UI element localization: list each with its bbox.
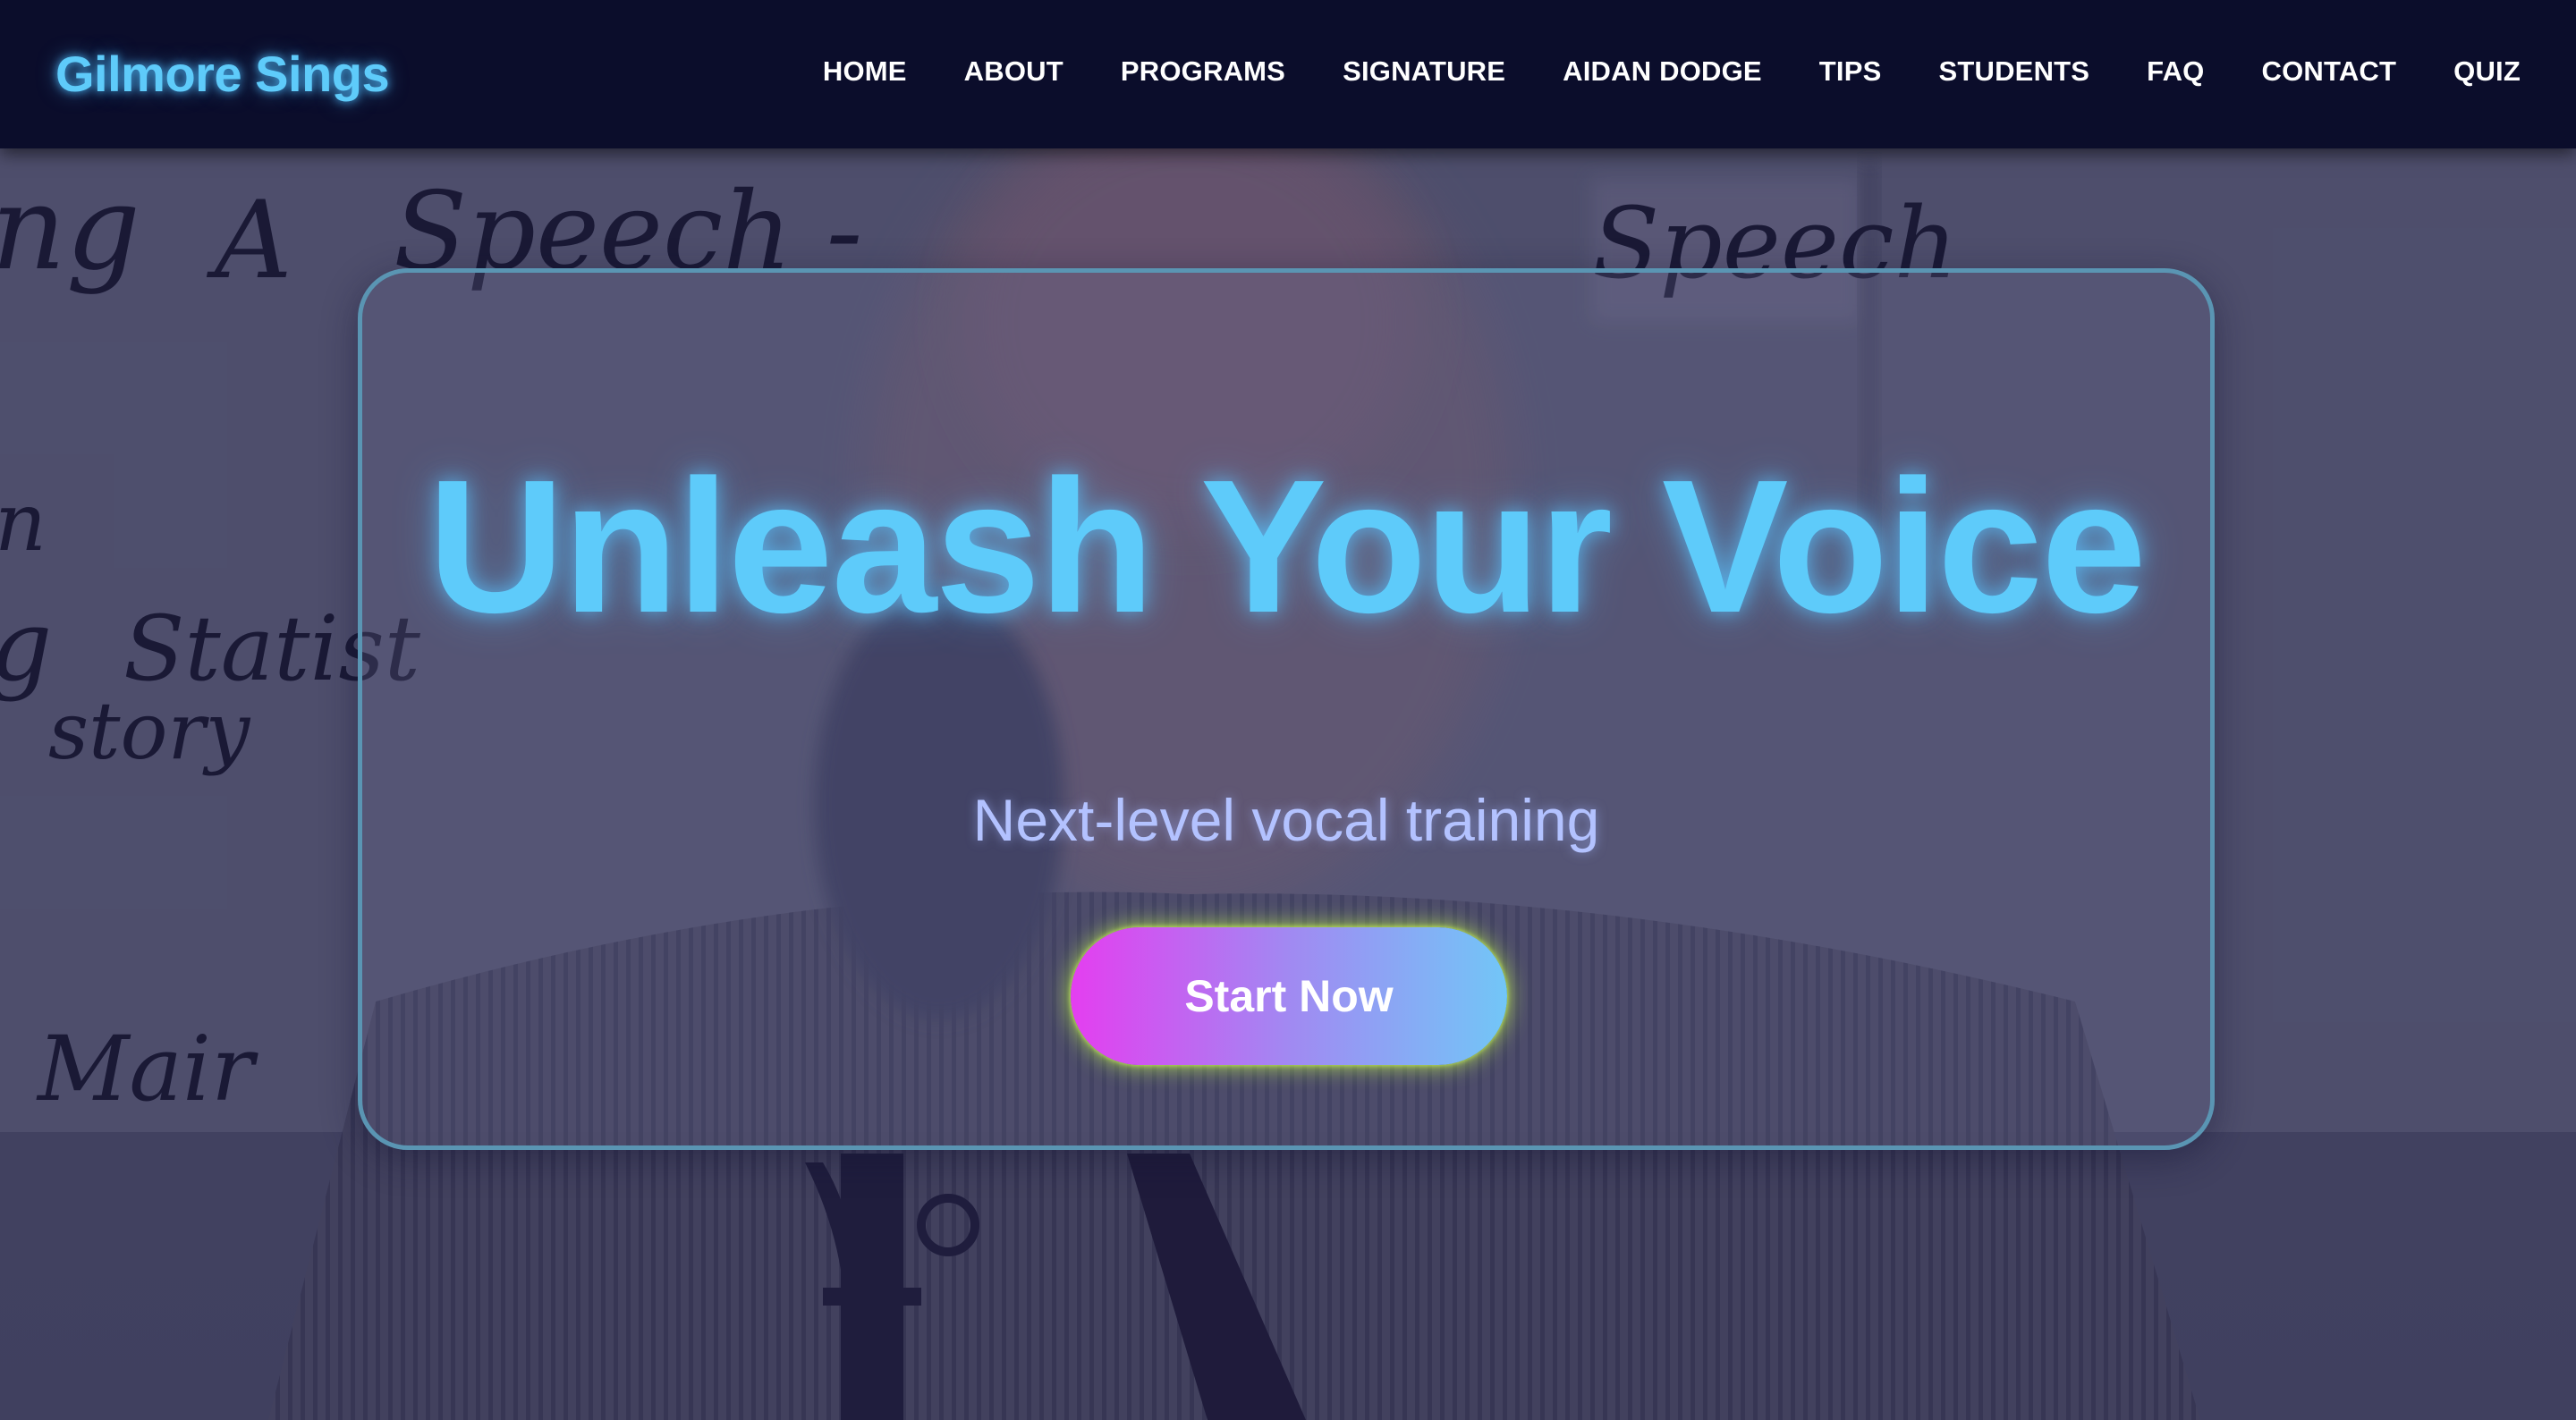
- nav-link-students[interactable]: STUDENTS: [1939, 55, 2090, 88]
- brand-logo[interactable]: Gilmore Sings: [55, 45, 390, 103]
- start-now-button[interactable]: Start Now: [1071, 927, 1507, 1065]
- nav-link-signature[interactable]: SIGNATURE: [1343, 55, 1505, 88]
- hero-card: Unleash Your Voice Next-level vocal trai…: [358, 268, 2215, 1150]
- hero-title: Unleash Your Voice: [428, 440, 2147, 652]
- nav-link-quiz[interactable]: QUIZ: [2453, 55, 2521, 88]
- nav-link-faq[interactable]: FAQ: [2147, 55, 2204, 88]
- nav-link-tips[interactable]: TIPS: [1819, 55, 1882, 88]
- nav-link-about[interactable]: ABOUT: [964, 55, 1063, 88]
- nav-link-contact[interactable]: CONTACT: [2262, 55, 2397, 88]
- hero-subtitle: Next-level vocal training: [972, 787, 1600, 853]
- nav-link-programs[interactable]: PROGRAMS: [1121, 55, 1285, 88]
- nav-link-home[interactable]: HOME: [823, 55, 907, 88]
- nav-link-aidan-dodge[interactable]: AIDAN DODGE: [1563, 55, 1762, 88]
- navbar: Gilmore Sings HOME ABOUT PROGRAMS SIGNAT…: [0, 0, 2576, 148]
- page: ng A Speech - Speech n g Statist story M…: [0, 0, 2576, 1420]
- nav-links: HOME ABOUT PROGRAMS SIGNATURE AIDAN DODG…: [823, 55, 2521, 88]
